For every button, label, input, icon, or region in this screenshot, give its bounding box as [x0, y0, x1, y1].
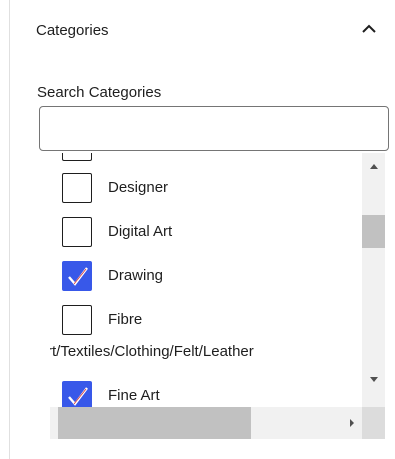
categories-panel-header[interactable]: Categories [10, 0, 395, 62]
search-categories-input[interactable] [39, 106, 389, 151]
scroll-down-button[interactable] [362, 375, 385, 391]
category-checkbox[interactable] [62, 305, 92, 335]
category-label-line1: Fibre [108, 311, 143, 328]
category-label-line2: Art/Textiles/Clothing/Felt/Leather [50, 343, 254, 360]
category-item-partial[interactable] [62, 153, 92, 161]
category-checkbox[interactable] [62, 217, 92, 247]
vertical-scrollbar[interactable] [362, 153, 385, 416]
category-item-drawing[interactable]: Drawing [62, 261, 163, 291]
scroll-right-button[interactable] [342, 407, 362, 439]
horizontal-scroll-thumb[interactable] [58, 407, 251, 439]
categories-list-content: Designer Digital Art Drawing Fibre Art/T… [50, 153, 362, 416]
category-label: Designer [108, 179, 169, 196]
triangle-down-icon [369, 377, 378, 382]
panel-left-border [9, 0, 10, 459]
chevron-up-icon [362, 24, 376, 33]
horizontal-scrollbar[interactable] [50, 407, 362, 439]
categories-list[interactable]: Designer Digital Art Drawing Fibre Art/T… [50, 153, 385, 439]
triangle-right-icon [350, 419, 354, 427]
category-label: Digital Art [108, 223, 173, 240]
category-label: Fine Art [108, 387, 160, 404]
category-item-digital-art[interactable]: Digital Art [62, 217, 172, 247]
category-checkbox-checked[interactable] [62, 261, 92, 291]
category-checkbox[interactable] [62, 173, 92, 203]
search-label: Search Categories [37, 84, 162, 101]
category-item-designer[interactable]: Designer [62, 173, 168, 203]
triangle-left-icon [50, 417, 53, 429]
scrollbar-corner [362, 407, 385, 439]
category-item-fibre-art[interactable]: Fibre [62, 305, 142, 335]
triangle-up-icon [369, 164, 378, 169]
category-label: Drawing [108, 267, 164, 284]
category-checkbox[interactable] [62, 153, 92, 161]
scroll-up-button[interactable] [362, 161, 385, 177]
collapse-button[interactable] [354, 14, 384, 44]
scroll-left-button[interactable] [50, 407, 58, 439]
panel-title: Categories [36, 22, 109, 39]
vertical-scroll-thumb[interactable] [362, 215, 385, 248]
checkmark-icon [68, 267, 88, 286]
